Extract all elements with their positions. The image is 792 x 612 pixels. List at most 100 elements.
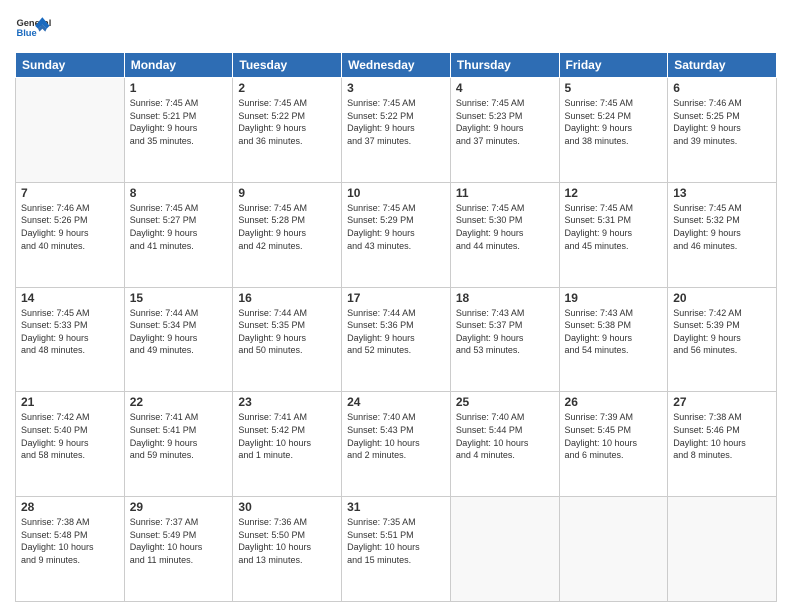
svg-text:Blue: Blue bbox=[16, 28, 36, 38]
calendar-cell bbox=[559, 497, 668, 602]
calendar-cell: 2 Sunrise: 7:45 AM Sunset: 5:22 PM Daylig… bbox=[233, 78, 342, 183]
day-number: 19 bbox=[565, 291, 663, 305]
calendar-cell bbox=[668, 497, 777, 602]
day-number: 7 bbox=[21, 186, 119, 200]
day-number: 5 bbox=[565, 81, 663, 95]
calendar-cell: 24 Sunrise: 7:40 AM Sunset: 5:43 PM Dayli… bbox=[342, 392, 451, 497]
day-number: 20 bbox=[673, 291, 771, 305]
calendar-cell: 21 Sunrise: 7:42 AM Sunset: 5:40 PM Dayli… bbox=[16, 392, 125, 497]
day-number: 4 bbox=[456, 81, 554, 95]
calendar-cell: 9Sunrise: 7:45 AM Sunset: 5:28 PM Daylig… bbox=[233, 182, 342, 287]
calendar-cell: 28 Sunrise: 7:38 AM Sunset: 5:48 PM Dayli… bbox=[16, 497, 125, 602]
day-number: 25 bbox=[456, 395, 554, 409]
calendar-cell: 11 Sunrise: 7:45 AM Sunset: 5:30 PM Dayli… bbox=[450, 182, 559, 287]
calendar-cell: 30Sunrise: 7:36 AM Sunset: 5:50 PM Dayli… bbox=[233, 497, 342, 602]
day-number: 1 bbox=[130, 81, 228, 95]
calendar-cell: 5 Sunrise: 7:45 AM Sunset: 5:24 PM Daylig… bbox=[559, 78, 668, 183]
day-number: 29 bbox=[130, 500, 228, 514]
day-info: Sunrise: 7:44 AM Sunset: 5:34 PM Dayligh… bbox=[130, 307, 228, 357]
day-number: 26 bbox=[565, 395, 663, 409]
day-info: Sunrise: 7:42 AM Sunset: 5:40 PM Dayligh… bbox=[21, 411, 119, 461]
day-info: Sunrise: 7:45 AM Sunset: 5:22 PM Dayligh… bbox=[347, 97, 445, 147]
day-number: 11 bbox=[456, 186, 554, 200]
day-number: 3 bbox=[347, 81, 445, 95]
calendar-cell: 19 Sunrise: 7:43 AM Sunset: 5:38 PM Dayli… bbox=[559, 287, 668, 392]
calendar-cell: 1 Sunrise: 7:45 AM Sunset: 5:21 PM Daylig… bbox=[124, 78, 233, 183]
weekday-header-monday: Monday bbox=[124, 53, 233, 78]
day-info: Sunrise: 7:41 AM Sunset: 5:42 PM Dayligh… bbox=[238, 411, 336, 461]
weekday-header-tuesday: Tuesday bbox=[233, 53, 342, 78]
calendar-cell: 25 Sunrise: 7:40 AM Sunset: 5:44 PM Dayli… bbox=[450, 392, 559, 497]
day-info: Sunrise: 7:38 AM Sunset: 5:46 PM Dayligh… bbox=[673, 411, 771, 461]
day-info: Sunrise: 7:45 AM Sunset: 5:29 PM Dayligh… bbox=[347, 202, 445, 252]
calendar-cell: 26Sunrise: 7:39 AM Sunset: 5:45 PM Dayli… bbox=[559, 392, 668, 497]
calendar-cell bbox=[16, 78, 125, 183]
calendar-cell: 18 Sunrise: 7:43 AM Sunset: 5:37 PM Dayli… bbox=[450, 287, 559, 392]
day-info: Sunrise: 7:44 AM Sunset: 5:35 PM Dayligh… bbox=[238, 307, 336, 357]
day-number: 27 bbox=[673, 395, 771, 409]
weekday-header-thursday: Thursday bbox=[450, 53, 559, 78]
day-number: 23 bbox=[238, 395, 336, 409]
day-info: Sunrise: 7:45 AM Sunset: 5:27 PM Dayligh… bbox=[130, 202, 228, 252]
day-number: 28 bbox=[21, 500, 119, 514]
day-info: Sunrise: 7:45 AM Sunset: 5:33 PM Dayligh… bbox=[21, 307, 119, 357]
calendar-cell: 14 Sunrise: 7:45 AM Sunset: 5:33 PM Dayli… bbox=[16, 287, 125, 392]
day-number: 22 bbox=[130, 395, 228, 409]
day-info: Sunrise: 7:43 AM Sunset: 5:38 PM Dayligh… bbox=[565, 307, 663, 357]
calendar-cell: 16Sunrise: 7:44 AM Sunset: 5:35 PM Dayli… bbox=[233, 287, 342, 392]
day-info: Sunrise: 7:45 AM Sunset: 5:31 PM Dayligh… bbox=[565, 202, 663, 252]
day-info: Sunrise: 7:45 AM Sunset: 5:21 PM Dayligh… bbox=[130, 97, 228, 147]
calendar-cell: 3 Sunrise: 7:45 AM Sunset: 5:22 PM Daylig… bbox=[342, 78, 451, 183]
day-number: 14 bbox=[21, 291, 119, 305]
day-number: 15 bbox=[130, 291, 228, 305]
day-info: Sunrise: 7:42 AM Sunset: 5:39 PM Dayligh… bbox=[673, 307, 771, 357]
calendar-cell: 12Sunrise: 7:45 AM Sunset: 5:31 PM Dayli… bbox=[559, 182, 668, 287]
day-info: Sunrise: 7:38 AM Sunset: 5:48 PM Dayligh… bbox=[21, 516, 119, 566]
calendar-cell: 31 Sunrise: 7:35 AM Sunset: 5:51 PM Dayli… bbox=[342, 497, 451, 602]
day-number: 10 bbox=[347, 186, 445, 200]
day-info: Sunrise: 7:40 AM Sunset: 5:43 PM Dayligh… bbox=[347, 411, 445, 461]
day-number: 6 bbox=[673, 81, 771, 95]
day-info: Sunrise: 7:43 AM Sunset: 5:37 PM Dayligh… bbox=[456, 307, 554, 357]
day-number: 17 bbox=[347, 291, 445, 305]
day-number: 21 bbox=[21, 395, 119, 409]
day-info: Sunrise: 7:45 AM Sunset: 5:23 PM Dayligh… bbox=[456, 97, 554, 147]
weekday-header-wednesday: Wednesday bbox=[342, 53, 451, 78]
day-info: Sunrise: 7:45 AM Sunset: 5:22 PM Dayligh… bbox=[238, 97, 336, 147]
weekday-header-friday: Friday bbox=[559, 53, 668, 78]
day-info: Sunrise: 7:41 AM Sunset: 5:41 PM Dayligh… bbox=[130, 411, 228, 461]
calendar-cell: 23 Sunrise: 7:41 AM Sunset: 5:42 PM Dayli… bbox=[233, 392, 342, 497]
day-number: 2 bbox=[238, 81, 336, 95]
day-info: Sunrise: 7:45 AM Sunset: 5:28 PM Dayligh… bbox=[238, 202, 336, 252]
day-info: Sunrise: 7:45 AM Sunset: 5:32 PM Dayligh… bbox=[673, 202, 771, 252]
calendar-cell: 4 Sunrise: 7:45 AM Sunset: 5:23 PM Daylig… bbox=[450, 78, 559, 183]
weekday-header-saturday: Saturday bbox=[668, 53, 777, 78]
calendar-cell bbox=[450, 497, 559, 602]
calendar-cell: 7 Sunrise: 7:46 AM Sunset: 5:26 PM Daylig… bbox=[16, 182, 125, 287]
calendar-cell: 6 Sunrise: 7:46 AM Sunset: 5:25 PM Daylig… bbox=[668, 78, 777, 183]
calendar-cell: 15 Sunrise: 7:44 AM Sunset: 5:34 PM Dayli… bbox=[124, 287, 233, 392]
day-number: 24 bbox=[347, 395, 445, 409]
day-number: 31 bbox=[347, 500, 445, 514]
calendar-cell: 13Sunrise: 7:45 AM Sunset: 5:32 PM Dayli… bbox=[668, 182, 777, 287]
calendar-cell: 27 Sunrise: 7:38 AM Sunset: 5:46 PM Dayli… bbox=[668, 392, 777, 497]
calendar-cell: 17 Sunrise: 7:44 AM Sunset: 5:36 PM Dayli… bbox=[342, 287, 451, 392]
day-info: Sunrise: 7:45 AM Sunset: 5:30 PM Dayligh… bbox=[456, 202, 554, 252]
day-info: Sunrise: 7:46 AM Sunset: 5:25 PM Dayligh… bbox=[673, 97, 771, 147]
day-info: Sunrise: 7:44 AM Sunset: 5:36 PM Dayligh… bbox=[347, 307, 445, 357]
day-info: Sunrise: 7:46 AM Sunset: 5:26 PM Dayligh… bbox=[21, 202, 119, 252]
calendar-cell: 29 Sunrise: 7:37 AM Sunset: 5:49 PM Dayli… bbox=[124, 497, 233, 602]
day-info: Sunrise: 7:40 AM Sunset: 5:44 PM Dayligh… bbox=[456, 411, 554, 461]
day-number: 18 bbox=[456, 291, 554, 305]
calendar-cell: 22 Sunrise: 7:41 AM Sunset: 5:41 PM Dayli… bbox=[124, 392, 233, 497]
day-info: Sunrise: 7:35 AM Sunset: 5:51 PM Dayligh… bbox=[347, 516, 445, 566]
weekday-header-sunday: Sunday bbox=[16, 53, 125, 78]
calendar-cell: 10 Sunrise: 7:45 AM Sunset: 5:29 PM Dayli… bbox=[342, 182, 451, 287]
day-info: Sunrise: 7:37 AM Sunset: 5:49 PM Dayligh… bbox=[130, 516, 228, 566]
day-info: Sunrise: 7:45 AM Sunset: 5:24 PM Dayligh… bbox=[565, 97, 663, 147]
calendar-cell: 20 Sunrise: 7:42 AM Sunset: 5:39 PM Dayli… bbox=[668, 287, 777, 392]
day-info: Sunrise: 7:36 AM Sunset: 5:50 PM Dayligh… bbox=[238, 516, 336, 566]
day-number: 8 bbox=[130, 186, 228, 200]
logo: General Blue bbox=[15, 10, 51, 46]
calendar-cell: 8 Sunrise: 7:45 AM Sunset: 5:27 PM Daylig… bbox=[124, 182, 233, 287]
